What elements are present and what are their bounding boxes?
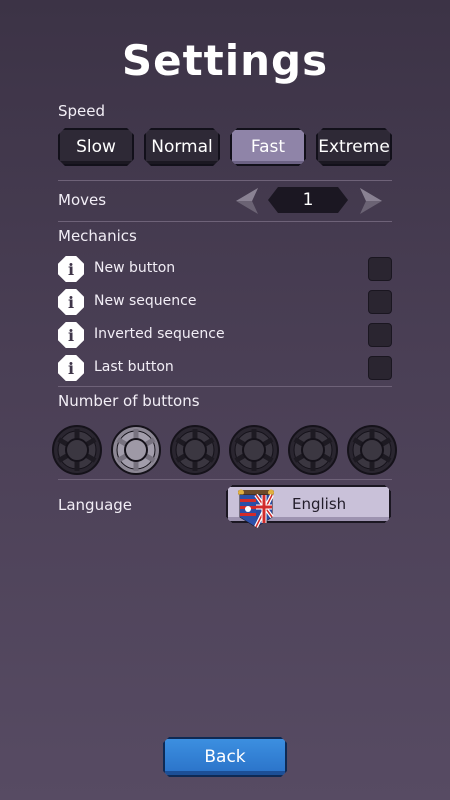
mechanic-new-sequence-checkbox[interactable] [368, 290, 392, 314]
button-count-option-3-icon[interactable] [169, 424, 221, 476]
speed-options: Slow Normal Fast Extreme [58, 128, 392, 166]
moves-value: 1 [268, 187, 348, 213]
divider [58, 386, 392, 387]
mechanic-new-button-checkbox[interactable] [368, 257, 392, 281]
speed-label: Speed [58, 102, 106, 120]
number-of-buttons-options [51, 424, 399, 476]
speed-normal-button[interactable]: Normal [144, 128, 220, 166]
mechanics-label: Mechanics [58, 227, 137, 245]
mechanic-inverted-sequence-checkbox[interactable] [368, 323, 392, 347]
mechanic-label: Last button [94, 359, 174, 375]
info-icon[interactable]: i [58, 355, 84, 381]
info-icon[interactable]: i [58, 289, 84, 315]
info-icon[interactable]: i [58, 256, 84, 282]
moves-label: Moves [58, 191, 107, 209]
speed-fast-button[interactable]: Fast [230, 128, 306, 166]
speed-extreme-button[interactable]: Extreme [316, 128, 392, 166]
button-count-option-5-icon[interactable] [287, 424, 339, 476]
back-button[interactable]: Back [163, 737, 287, 777]
mechanic-label: Inverted sequence [94, 326, 225, 342]
divider [58, 479, 392, 480]
mechanic-inverted-sequence-row: i Inverted sequence [58, 322, 392, 348]
mechanic-last-button-checkbox[interactable] [368, 356, 392, 380]
button-count-option-6-icon[interactable] [346, 424, 398, 476]
flag-icon [238, 489, 274, 528]
mechanic-last-button-row: i Last button [58, 355, 392, 381]
button-count-option-2-icon[interactable] [110, 424, 162, 476]
button-count-option-1-icon[interactable] [51, 424, 103, 476]
number-of-buttons-label: Number of buttons [58, 392, 200, 410]
moves-increase-arrow-icon[interactable] [360, 188, 382, 214]
mechanic-new-sequence-row: i New sequence [58, 289, 392, 315]
button-count-option-4-icon[interactable] [228, 424, 280, 476]
info-icon[interactable]: i [58, 322, 84, 348]
divider [58, 180, 392, 181]
mechanic-label: New button [94, 260, 176, 276]
language-label: Language [58, 496, 133, 514]
mechanic-label: New sequence [94, 293, 197, 309]
page-title: Settings [121, 36, 329, 85]
speed-slow-button[interactable]: Slow [58, 128, 134, 166]
moves-decrease-arrow-icon[interactable] [236, 188, 258, 214]
mechanic-new-button-row: i New button [58, 256, 392, 282]
divider [58, 221, 392, 222]
language-value: English [292, 495, 347, 513]
